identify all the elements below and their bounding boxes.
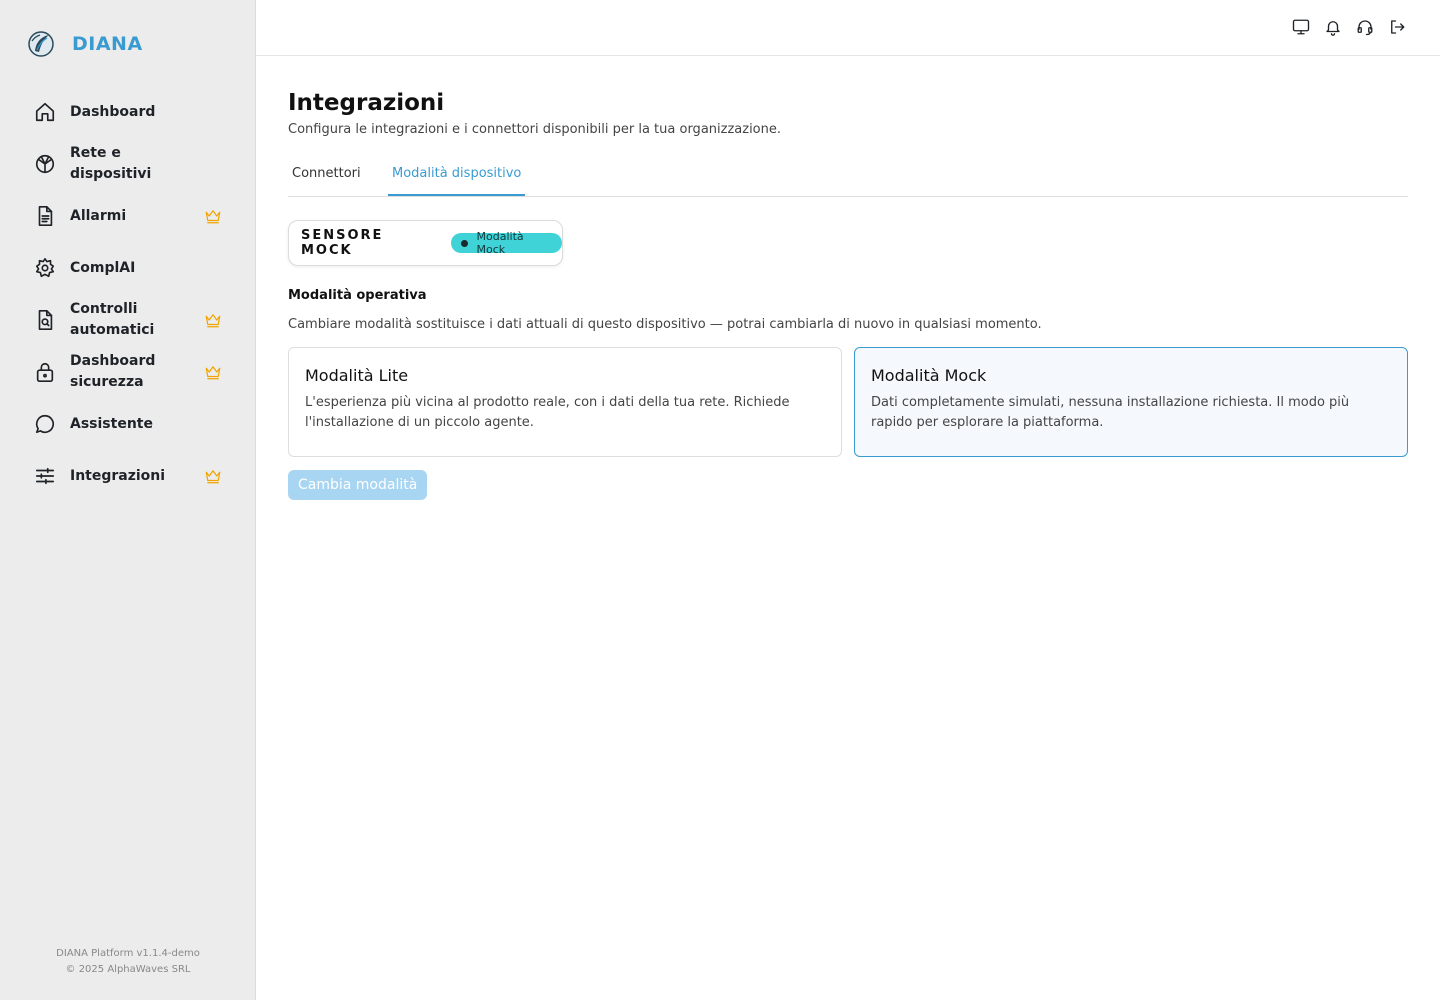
document-icon	[34, 205, 56, 227]
home-icon	[34, 101, 56, 123]
status-badge-label: Modalità Mock	[476, 230, 524, 256]
sidebar: DIANA Dashboard Rete e dispositivi Allar…	[0, 0, 256, 1000]
sensor-name: SENSORE MOCK	[301, 228, 384, 258]
change-mode-button[interactable]: Cambia modalità	[288, 470, 428, 500]
sidebar-item-complai[interactable]: ComplAI	[0, 242, 256, 294]
sidebar-item-security-dashboard[interactable]: Dashboard sicurezza	[0, 346, 256, 398]
crown-icon	[204, 207, 222, 225]
mode-section-title: Modalità operativa	[288, 288, 427, 303]
lock-icon	[34, 361, 56, 383]
brand-name: DIANA	[72, 33, 143, 55]
sidebar-item-auto-checks[interactable]: Controlli automatici	[0, 294, 256, 346]
mode-option-title: Modalità Mock	[871, 366, 987, 385]
sensor-card: SENSORE MOCK Modalità Mock	[288, 220, 563, 266]
sidebar-item-label: Rete e dispositivi	[70, 145, 152, 182]
crown-icon	[204, 311, 222, 329]
topbar-actions	[1292, 18, 1406, 36]
sidebar-item-label: ComplAI	[70, 259, 136, 276]
tab-bar: Connettori Modalità dispositivo	[288, 156, 1408, 197]
logout-icon[interactable]	[1388, 18, 1406, 36]
mode-option-description: Dati completamente simulati, nessuna ins…	[871, 395, 1350, 430]
topbar	[256, 0, 1440, 56]
mode-option-lite[interactable]: Modalità Lite L'esperienza più vicina al…	[288, 347, 842, 457]
monitor-icon[interactable]	[1292, 18, 1310, 36]
version-text: DIANA Platform v1.1.4-demo	[56, 948, 200, 959]
network-icon	[34, 153, 56, 175]
page-title: Integrazioni	[288, 90, 445, 116]
sidebar-item-assistant[interactable]: Assistente	[0, 398, 256, 450]
mode-option-mock[interactable]: Modalità Mock Dati completamente simulat…	[854, 347, 1408, 457]
sidebar-item-label: Dashboard sicurezza	[70, 353, 156, 390]
headset-icon[interactable]	[1356, 18, 1374, 36]
chat-icon	[34, 413, 56, 435]
sidebar-item-alarms[interactable]: Allarmi	[0, 190, 256, 242]
copyright-text: © 2025 AlphaWaves SRL	[65, 964, 191, 975]
file-search-icon	[34, 309, 56, 331]
crown-icon	[204, 363, 222, 381]
status-badge: Modalità Mock	[450, 230, 562, 256]
sidebar-item-dashboard[interactable]: Dashboard	[0, 86, 256, 138]
sidebar-item-label: Allarmi	[70, 207, 127, 224]
diana-logo-icon	[26, 29, 56, 59]
sidebar-item-integrations[interactable]: Integrazioni	[0, 450, 256, 502]
sidebar-nav: Dashboard Rete e dispositivi Allarmi Com…	[0, 86, 256, 502]
tab-device-mode[interactable]: Modalità dispositivo	[388, 156, 526, 196]
gear-icon	[34, 257, 56, 279]
page-subtitle: Configura le integrazioni e i connettori…	[288, 122, 782, 137]
status-dot-icon	[460, 239, 468, 247]
sidebar-item-network[interactable]: Rete e dispositivi	[0, 138, 256, 190]
sidebar-item-label: Controlli automatici	[70, 301, 155, 338]
sliders-icon	[34, 465, 56, 487]
tab-connectors[interactable]: Connettori	[288, 156, 365, 197]
sidebar-item-label: Dashboard	[70, 103, 156, 120]
sidebar-item-label: Integrazioni	[70, 467, 166, 484]
sidebar-footer: DIANA Platform v1.1.4-demo © 2025 AlphaW…	[0, 946, 256, 978]
sidebar-item-label: Assistente	[70, 415, 153, 432]
mode-section-description: Cambiare modalità sostituisce i dati att…	[288, 317, 1042, 332]
mode-option-description: L'esperienza più vicina al prodotto real…	[305, 395, 790, 430]
mode-option-title: Modalità Lite	[305, 366, 409, 385]
brand[interactable]: DIANA	[26, 28, 143, 60]
bell-icon[interactable]	[1324, 18, 1342, 36]
crown-icon	[204, 467, 222, 485]
